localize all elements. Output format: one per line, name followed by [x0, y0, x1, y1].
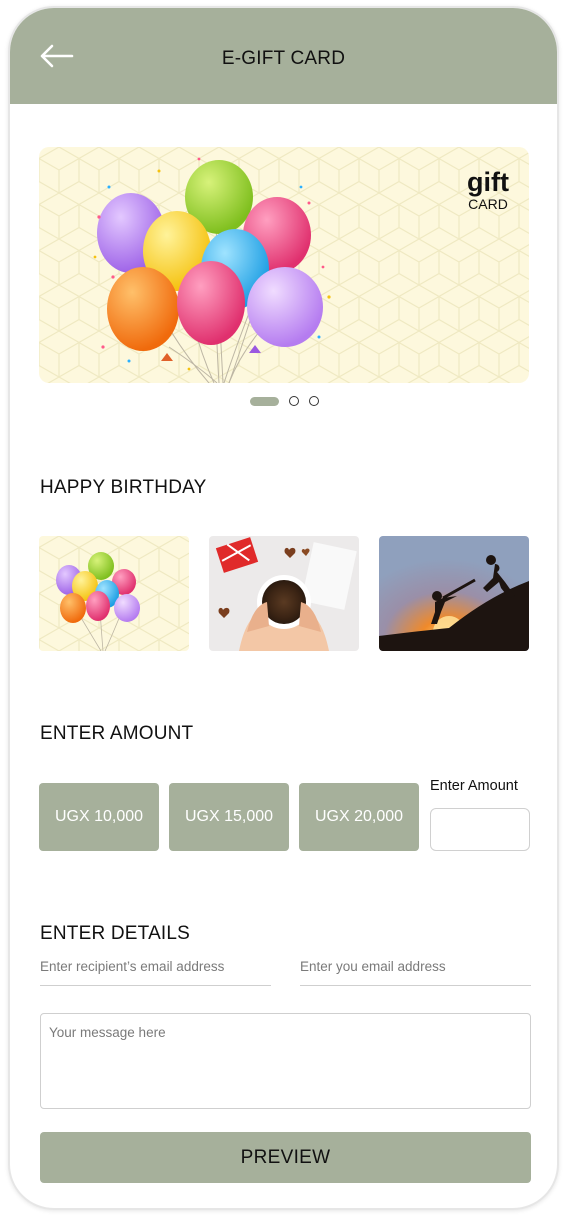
preview-button[interactable]: PREVIEW — [40, 1132, 531, 1183]
sender-email-field[interactable]: Enter you email address — [300, 959, 531, 986]
message-placeholder: Your message here — [49, 1025, 166, 1040]
carousel-dot-2[interactable] — [289, 396, 299, 406]
custom-amount-input[interactable] — [430, 808, 530, 851]
design-thumb-balloons[interactable] — [39, 536, 189, 651]
page-title: E-GIFT CARD — [221, 48, 346, 69]
sunset-climb-thumbnail — [379, 536, 529, 651]
balloons-thumbnail — [39, 536, 189, 651]
message-textarea[interactable]: Your message here — [40, 1013, 531, 1109]
phone-frame: E-GIFT CARD gift CARD HAPPY BIRTHDAY ENT… — [8, 6, 559, 1210]
design-thumb-coffee[interactable] — [209, 536, 359, 651]
balloons-illustration — [39, 147, 529, 383]
coffee-thumbnail — [209, 536, 359, 651]
gift-card-brand-main: gift — [467, 167, 509, 197]
carousel-dot-1[interactable] — [250, 397, 279, 406]
gift-card-brand: gift CARD — [467, 167, 509, 213]
gift-card-brand-sub: CARD — [468, 196, 508, 212]
header-bar: E-GIFT CARD — [10, 8, 557, 104]
gift-card-hero[interactable]: gift CARD — [39, 147, 529, 383]
carousel-dot-3[interactable] — [309, 396, 319, 406]
amount-option-20000[interactable]: UGX 20,000 — [299, 783, 419, 851]
amount-title: ENTER AMOUNT — [40, 723, 194, 744]
details-title: ENTER DETAILS — [40, 923, 191, 944]
occasion-title: HAPPY BIRTHDAY — [40, 477, 207, 498]
recipient-email-field[interactable]: Enter recipient’s email address — [40, 959, 271, 986]
custom-amount-label: Enter Amount — [430, 778, 518, 794]
amount-option-10000[interactable]: UGX 10,000 — [39, 783, 159, 851]
amount-option-15000[interactable]: UGX 15,000 — [169, 783, 289, 851]
design-thumb-help[interactable] — [379, 536, 529, 651]
